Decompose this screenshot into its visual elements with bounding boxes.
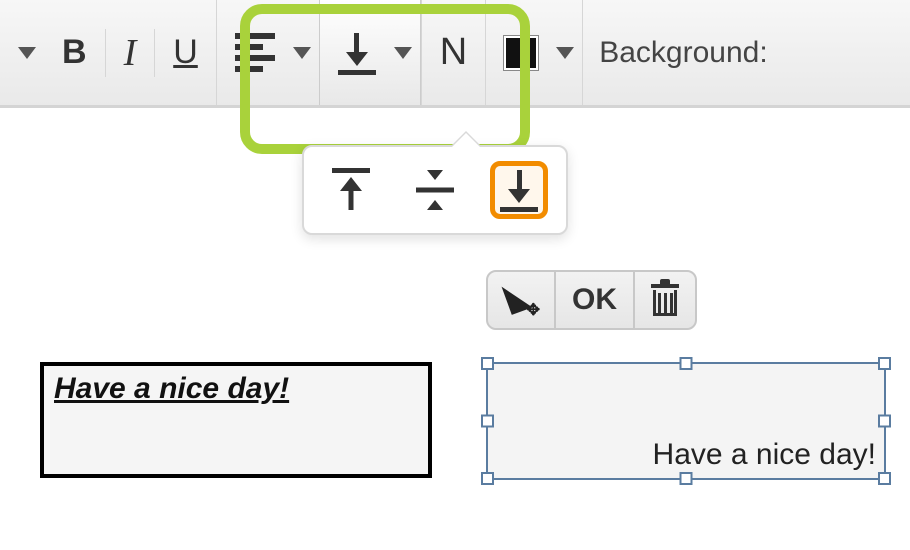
resize-handle[interactable]	[680, 357, 693, 370]
delete-button[interactable]	[635, 272, 695, 328]
vertical-align-dropdown	[302, 145, 568, 235]
align-top-icon	[332, 168, 370, 212]
resize-handle[interactable]	[481, 472, 494, 485]
trash-icon	[651, 284, 679, 316]
color-swatch-icon	[504, 36, 538, 70]
resize-handle[interactable]	[481, 357, 494, 370]
align-bottom-option[interactable]	[490, 161, 548, 219]
vertical-align-button[interactable]	[319, 0, 421, 105]
align-left-icon	[235, 28, 275, 77]
ok-label: OK	[572, 283, 617, 317]
resize-handle[interactable]	[481, 415, 494, 428]
text-box-left[interactable]: Have a nice day!	[40, 362, 432, 478]
noformat-icon: N	[440, 31, 467, 74]
clear-format-button[interactable]: N	[422, 0, 485, 105]
text-box-right[interactable]: Have a nice day!	[486, 362, 886, 480]
align-middle-icon	[416, 168, 454, 212]
ok-button[interactable]: OK	[556, 272, 635, 328]
resize-handle[interactable]	[680, 472, 693, 485]
underline-button[interactable]: U	[155, 0, 216, 105]
move-cursor-button[interactable]: ✥	[488, 272, 556, 328]
bold-button[interactable]: B	[44, 0, 105, 105]
move-cursor-icon: ✥	[504, 282, 538, 318]
align-top-option[interactable]	[322, 161, 380, 219]
align-middle-option[interactable]	[406, 161, 464, 219]
chevron-down-icon	[394, 47, 412, 59]
resize-handle[interactable]	[878, 472, 891, 485]
background-label: Background:	[583, 0, 783, 105]
selection-context-bar: ✥ OK	[486, 270, 697, 330]
chevron-down-icon	[293, 47, 311, 59]
underline-icon: U	[173, 33, 198, 72]
chevron-down-icon	[18, 47, 36, 59]
align-bottom-icon	[500, 168, 538, 212]
italic-icon: I	[124, 31, 137, 75]
chevron-down-icon	[556, 47, 574, 59]
formatting-toolbar: B I U N Background:	[0, 0, 910, 108]
text-box-right-content: Have a nice day!	[653, 438, 876, 472]
italic-button[interactable]: I	[106, 0, 155, 105]
resize-handle[interactable]	[878, 357, 891, 370]
bold-icon: B	[62, 33, 87, 72]
font-dropdown[interactable]	[0, 0, 44, 105]
align-bottom-icon	[338, 31, 376, 75]
resize-handle[interactable]	[878, 415, 891, 428]
fill-color-button[interactable]	[486, 0, 582, 105]
text-box-left-content: Have a nice day!	[54, 372, 289, 405]
horizontal-align-button[interactable]	[217, 0, 319, 105]
